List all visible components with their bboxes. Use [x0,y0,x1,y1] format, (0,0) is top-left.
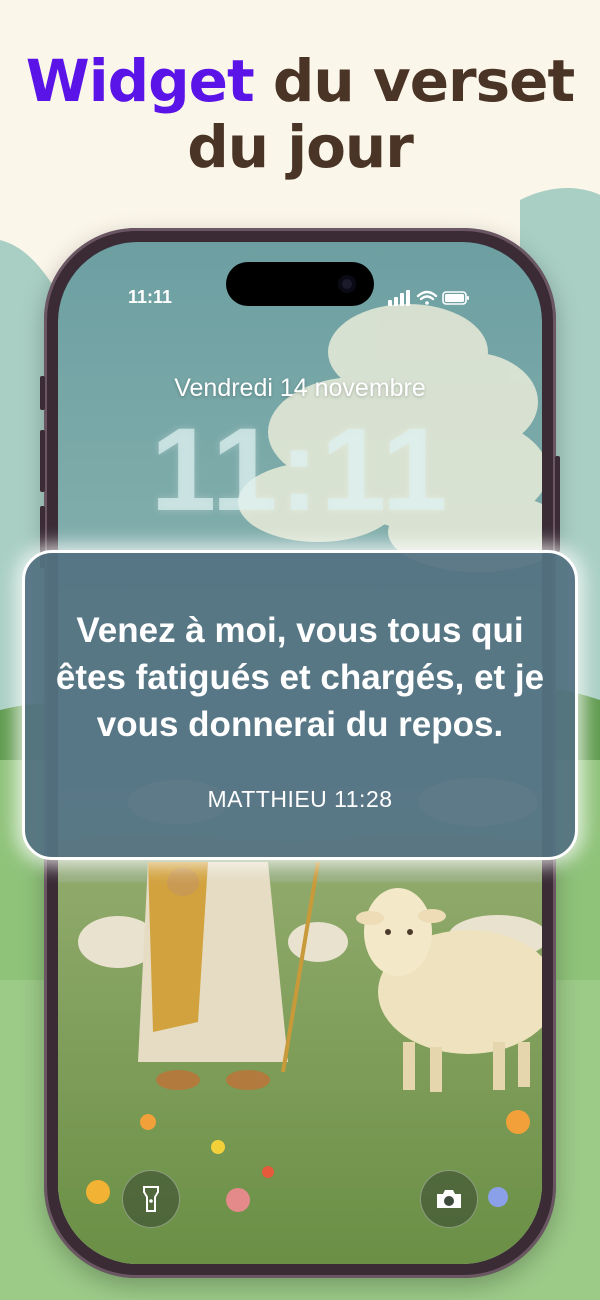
action-button [40,376,45,410]
wifi-icon [416,290,438,305]
flashlight-icon [143,1186,159,1212]
verse-widget[interactable]: Venez à moi, vous tous qui êtes fatigués… [22,550,578,860]
headline-line1: du verset [253,47,575,115]
verse-text: Venez à moi, vous tous qui êtes fatigués… [55,611,545,744]
headline-line2: du jour [187,113,414,181]
dynamic-island [226,262,374,306]
volume-up-button [40,430,45,492]
page-headline: Widget du verset du jour [0,48,600,180]
verse-reference: MATTHIEU 11:28 [207,786,393,812]
camera-button[interactable] [420,1170,478,1228]
status-bar-time: 11:11 [128,287,173,307]
status-icons [388,288,470,313]
front-camera [338,275,356,293]
camera-icon [437,1190,461,1208]
flashlight-button[interactable] [122,1170,180,1228]
cellular-signal-icon [388,290,410,306]
headline-accent: Widget [25,47,255,115]
lock-clock: 11:11 [150,404,450,536]
lock-date: Vendredi 14 novembre [174,374,426,402]
battery-icon [442,291,469,305]
power-button [555,456,560,552]
